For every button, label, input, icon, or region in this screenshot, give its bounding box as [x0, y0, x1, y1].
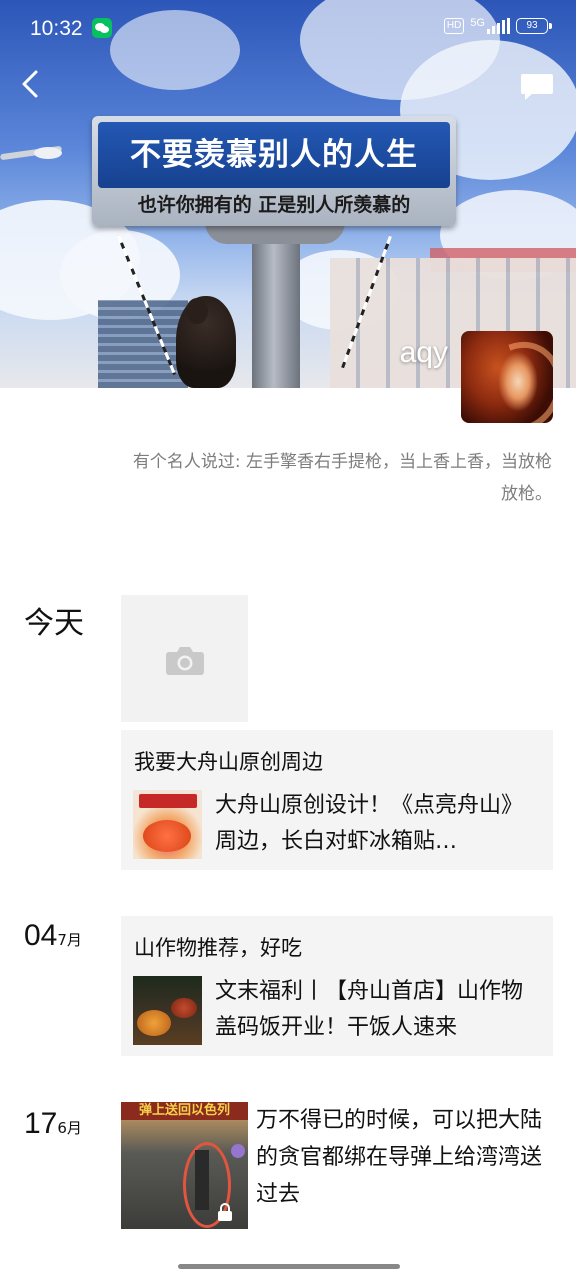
date-month: 7月: [57, 931, 82, 949]
girl-hair-bun: [186, 298, 208, 324]
shared-article-card[interactable]: 我要大舟山原创周边 大舟山原创设计！《点亮舟山》周边，长白对虾冰箱贴…: [121, 730, 553, 870]
video-thumbnail[interactable]: 弹上送回以色列: [121, 1102, 248, 1229]
status-indicators: HD 5G 93: [443, 17, 552, 34]
sign-subtitle: 也许你拥有的 正是别人所羡慕的: [137, 194, 411, 216]
article-title: 文末福利丨【舟山首店】山作物盖码饭开业！干饭人速来: [215, 979, 524, 1040]
date-day: 17: [24, 1107, 58, 1140]
status-bar: 10:32 HD 5G 93: [0, 0, 576, 56]
sign-pole: [252, 225, 300, 388]
thumb-avatar-dot: [231, 1144, 245, 1158]
article-thumbnail: [133, 976, 202, 1045]
cover-image[interactable]: 不要羡慕别人的人生 也许你拥有的 正是别人所羡慕的 10:32 HD 5G 93…: [0, 0, 576, 388]
thumb-banner: [139, 794, 197, 808]
thumb-dish: [171, 998, 197, 1018]
profile-signature: 有个名人说过: 左手擎香右手提枪，当上香上香，当放枪放枪。: [132, 452, 552, 504]
date-day: 04: [24, 919, 58, 952]
sign-title: 不要羡慕别人的人生: [98, 122, 450, 188]
article-title: 大舟山原创设计！《点亮舟山》周边，长白对虾冰箱贴…: [215, 793, 524, 854]
battery-level: 93: [526, 20, 538, 31]
profile-name[interactable]: aqy: [400, 336, 448, 370]
battery-icon: 93: [516, 18, 552, 34]
thumb-banner: 弹上送回以色列: [121, 1102, 248, 1120]
network-type: 5G: [470, 17, 485, 29]
hd-badge: HD: [443, 18, 465, 34]
post-caption: 山作物推荐，好吃: [134, 936, 302, 960]
chevron-left-icon[interactable]: [14, 66, 50, 102]
date-label: 176月: [24, 1106, 82, 1141]
message-icon[interactable]: [520, 72, 554, 102]
home-indicator[interactable]: [178, 1264, 400, 1269]
avatar[interactable]: [461, 331, 553, 423]
status-time: 10:32: [30, 17, 83, 40]
date-today: 今天: [24, 606, 84, 641]
post-text: 万不得已的时候，可以把大陆的贪官都绑在导弹上给湾湾送过去: [256, 1108, 543, 1207]
add-photo-button[interactable]: [121, 595, 248, 722]
signal-icon: [487, 18, 510, 34]
shared-article-card[interactable]: 山作物推荐，好吃 文末福利丨【舟山首店】山作物盖码饭开业！干饭人速来: [121, 916, 553, 1056]
date-month: 6月: [57, 1119, 82, 1137]
wechat-notification-icon: [92, 18, 112, 38]
camera-icon: [166, 647, 204, 675]
thumb-dish: [137, 1010, 171, 1036]
thumb-shrimp: [143, 820, 191, 852]
date-label: 047月: [24, 918, 82, 953]
streetlamp-head: [34, 147, 62, 159]
article-thumbnail: [133, 790, 202, 859]
signboard: 不要羡慕别人的人生 也许你拥有的 正是别人所羡慕的: [92, 116, 456, 226]
post-caption: 我要大舟山原创周边: [134, 750, 323, 774]
building-left: [98, 300, 188, 388]
thumb-figure: [195, 1150, 209, 1210]
lock-icon: [218, 1203, 232, 1221]
